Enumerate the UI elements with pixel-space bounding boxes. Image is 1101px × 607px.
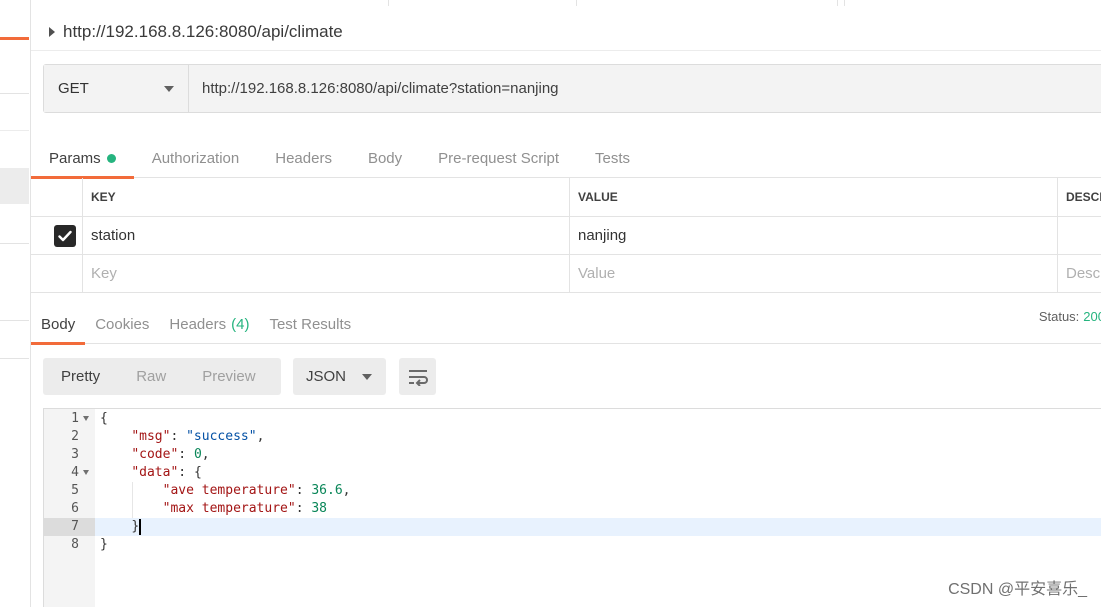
- new-value-field[interactable]: Value: [569, 255, 615, 292]
- new-description-field[interactable]: Desc: [1057, 255, 1100, 292]
- method-label: GET: [58, 80, 89, 97]
- request-tabs: Params Authorization Headers Body Pre-re…: [31, 140, 1101, 179]
- tab-headers[interactable]: Headers: [257, 140, 350, 178]
- table-row: Key Value Desc: [31, 255, 1101, 293]
- fold-toggle-icon[interactable]: [83, 470, 89, 475]
- fold-toggle-icon[interactable]: [83, 416, 89, 421]
- tab-cookies[interactable]: Cookies: [85, 305, 159, 344]
- request-tab-strip: [31, 0, 1101, 6]
- tab-tests[interactable]: Tests: [577, 140, 648, 178]
- tab-pre-request-script[interactable]: Pre-request Script: [420, 140, 577, 178]
- tab-test-results[interactable]: Test Results: [259, 305, 361, 344]
- headers-count: (4): [231, 315, 250, 333]
- tab-body[interactable]: Body: [350, 140, 420, 178]
- sidebar-selected-item[interactable]: [0, 168, 29, 204]
- code-line: 2 "msg": "success",: [71, 429, 265, 444]
- tab-params[interactable]: Params: [31, 140, 134, 179]
- params-header-row: KEY VALUE DESCR: [31, 178, 1101, 217]
- method-select[interactable]: GET: [44, 65, 189, 112]
- sidebar-active-indicator: [0, 37, 29, 40]
- tab-response-headers[interactable]: Headers (4): [159, 305, 259, 344]
- response-tabs: Body Cookies Headers (4) Test Results St…: [31, 305, 1101, 345]
- param-value-field[interactable]: nanjing: [569, 217, 626, 254]
- code-line-current: 7 }: [44, 518, 1101, 536]
- column-header-description: DESCR: [1066, 190, 1101, 204]
- code-line: 3 "code": 0,: [71, 447, 210, 462]
- raw-button[interactable]: Raw: [118, 358, 184, 395]
- url-input[interactable]: http://192.168.8.126:8080/api/climate?st…: [189, 65, 1101, 112]
- view-mode-group: Pretty Raw Preview: [43, 358, 281, 395]
- param-key-field[interactable]: station: [82, 217, 135, 254]
- expand-caret-icon[interactable]: [49, 27, 55, 37]
- chevron-down-icon: [362, 373, 372, 380]
- sidebar-strip: [0, 0, 31, 607]
- code-line: 1 {: [71, 411, 108, 426]
- text-cursor: [139, 518, 142, 535]
- watermark: CSDN @平安喜乐_: [948, 581, 1087, 598]
- new-key-field[interactable]: Key: [82, 255, 117, 292]
- wrap-lines-icon: [408, 369, 428, 386]
- response-body-editor[interactable]: 1 { 2 "msg": "success", 3 "code": 0, 4 "…: [43, 408, 1101, 607]
- check-icon: [58, 230, 72, 242]
- response-status: Status:200: [1039, 309, 1101, 324]
- params-indicator-dot: [106, 154, 116, 163]
- tab-authorization[interactable]: Authorization: [134, 140, 258, 178]
- request-name: http://192.168.8.126:8080/api/climate: [63, 22, 343, 41]
- code-line: 8 }: [71, 537, 108, 552]
- request-name-row[interactable]: http://192.168.8.126:8080/api/climate: [31, 14, 1101, 50]
- table-row: station nanjing: [31, 217, 1101, 255]
- language-select[interactable]: JSON: [293, 358, 386, 395]
- wrap-lines-button[interactable]: [399, 358, 436, 395]
- preview-button[interactable]: Preview: [184, 358, 273, 395]
- column-header-value: VALUE: [578, 190, 618, 204]
- code-line: 4 "data": {: [71, 465, 202, 480]
- status-code: 200: [1083, 309, 1101, 324]
- code-line: 5 "ave temperature": 36.6,: [71, 482, 351, 500]
- tab-response-body[interactable]: Body: [31, 305, 86, 345]
- column-header-key: KEY: [91, 190, 116, 204]
- params-table: KEY VALUE DESCR station nanjing Key Valu…: [31, 178, 1101, 293]
- chevron-down-icon: [164, 85, 174, 92]
- pretty-button[interactable]: Pretty: [43, 358, 118, 395]
- param-enabled-checkbox[interactable]: [54, 225, 76, 247]
- url-bar: GET http://192.168.8.126:8080/api/climat…: [43, 64, 1101, 113]
- code-line: 6 "max temperature": 38: [71, 500, 327, 518]
